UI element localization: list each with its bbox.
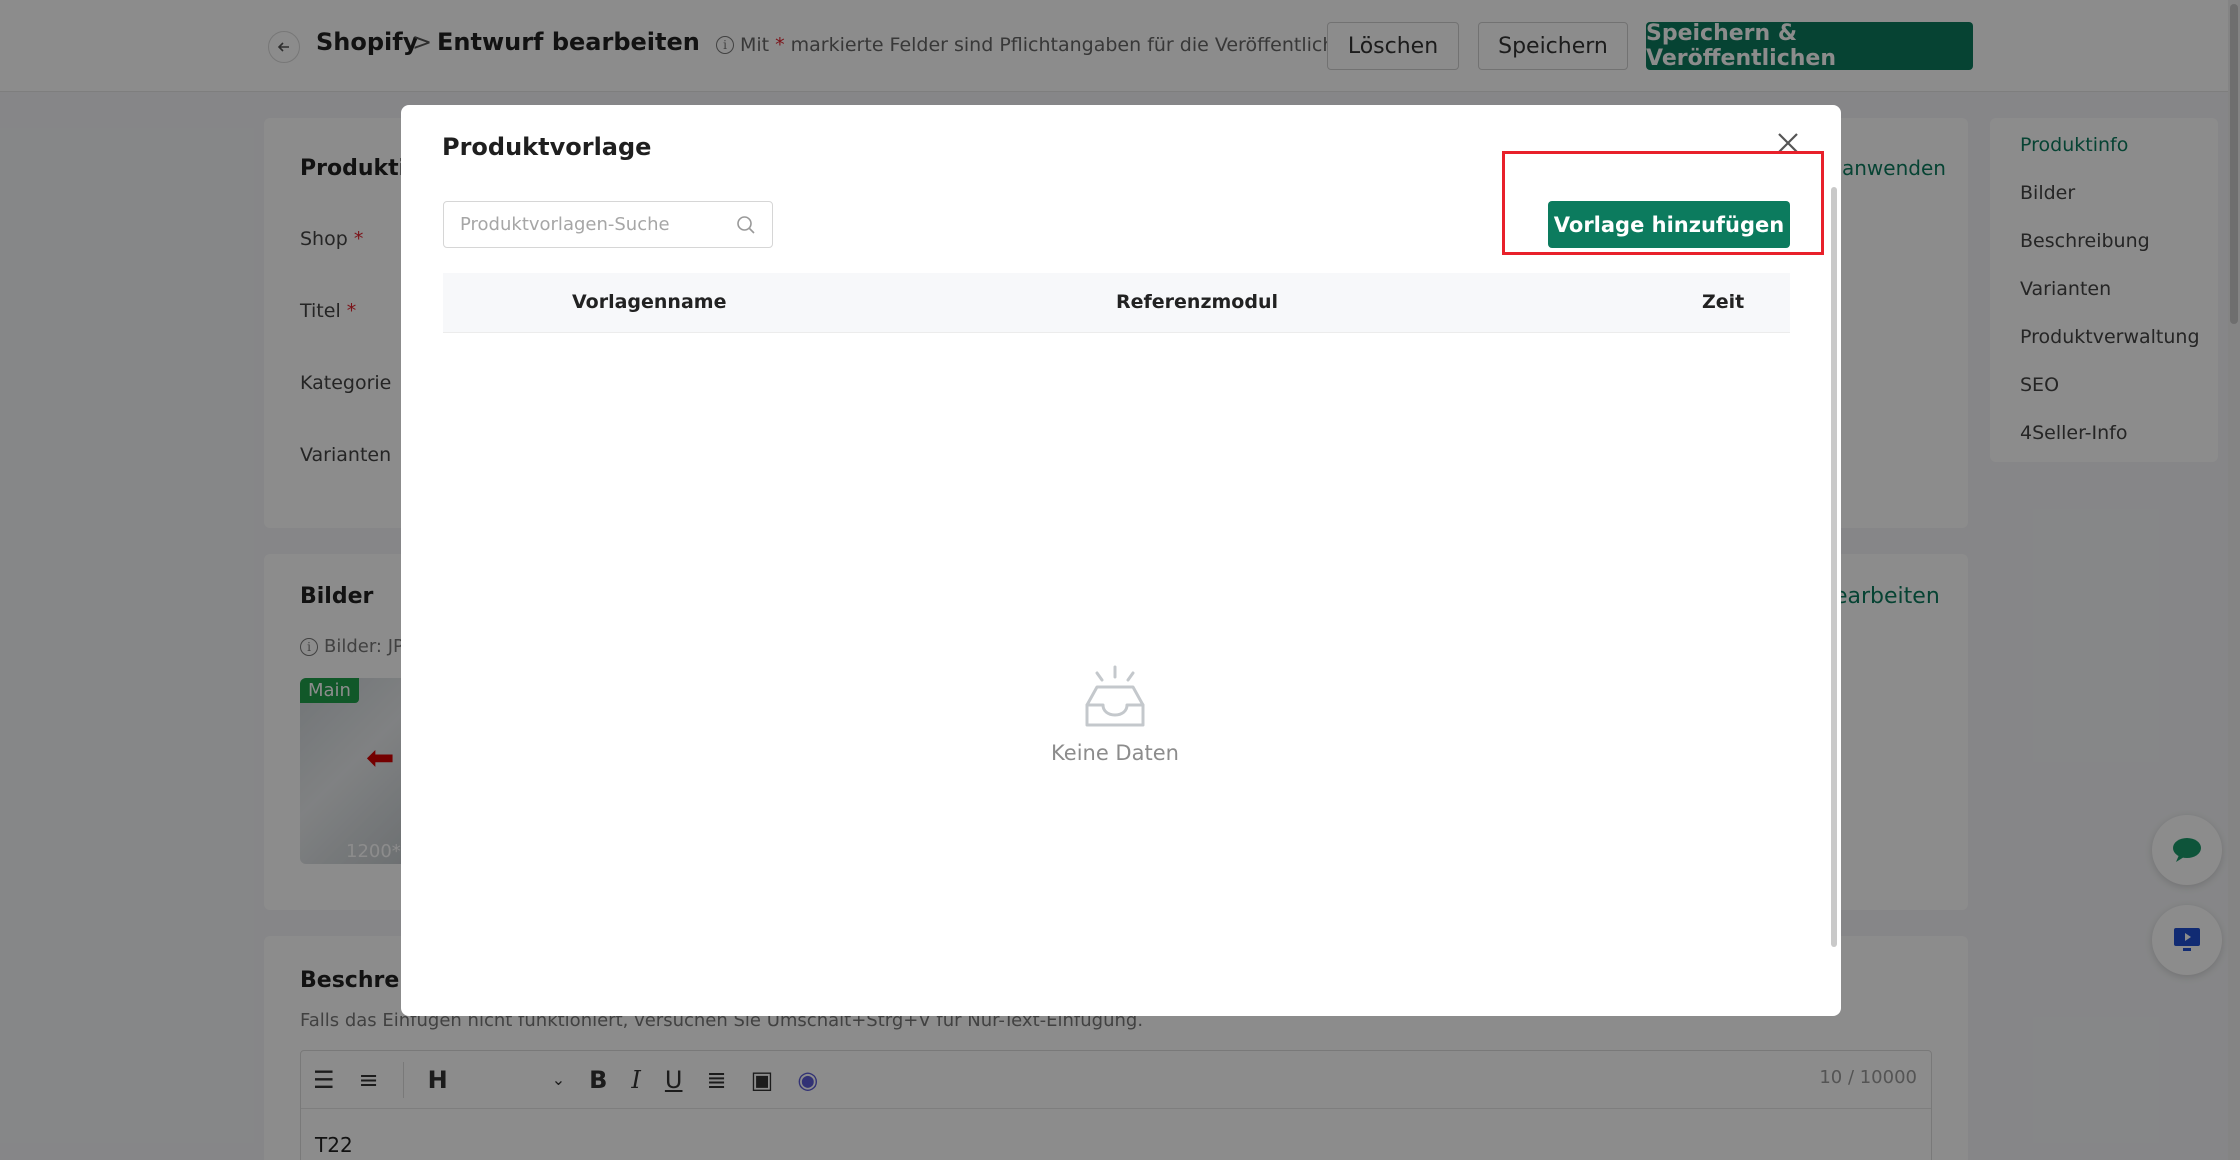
- template-table-header: Vorlagenname Referenzmodul Zeit: [443, 273, 1790, 333]
- product-template-modal: Produktvorlage Vorlage hinzufügen Vorlag…: [401, 105, 1841, 1016]
- modal-scrollbar[interactable]: [1831, 187, 1837, 947]
- empty-inbox-icon: [1085, 665, 1145, 727]
- column-header-name: Vorlagenname: [572, 291, 727, 313]
- empty-state: Keine Daten: [1015, 665, 1215, 765]
- add-template-button[interactable]: Vorlage hinzufügen: [1548, 201, 1790, 248]
- column-header-reference-module: Referenzmodul: [1116, 291, 1279, 313]
- template-search: [443, 201, 773, 248]
- empty-state-label: Keine Daten: [1051, 741, 1179, 765]
- template-search-input[interactable]: [460, 214, 730, 235]
- column-header-time: Zeit: [1702, 291, 1745, 313]
- modal-title: Produktvorlage: [442, 133, 652, 161]
- search-icon[interactable]: [736, 215, 756, 235]
